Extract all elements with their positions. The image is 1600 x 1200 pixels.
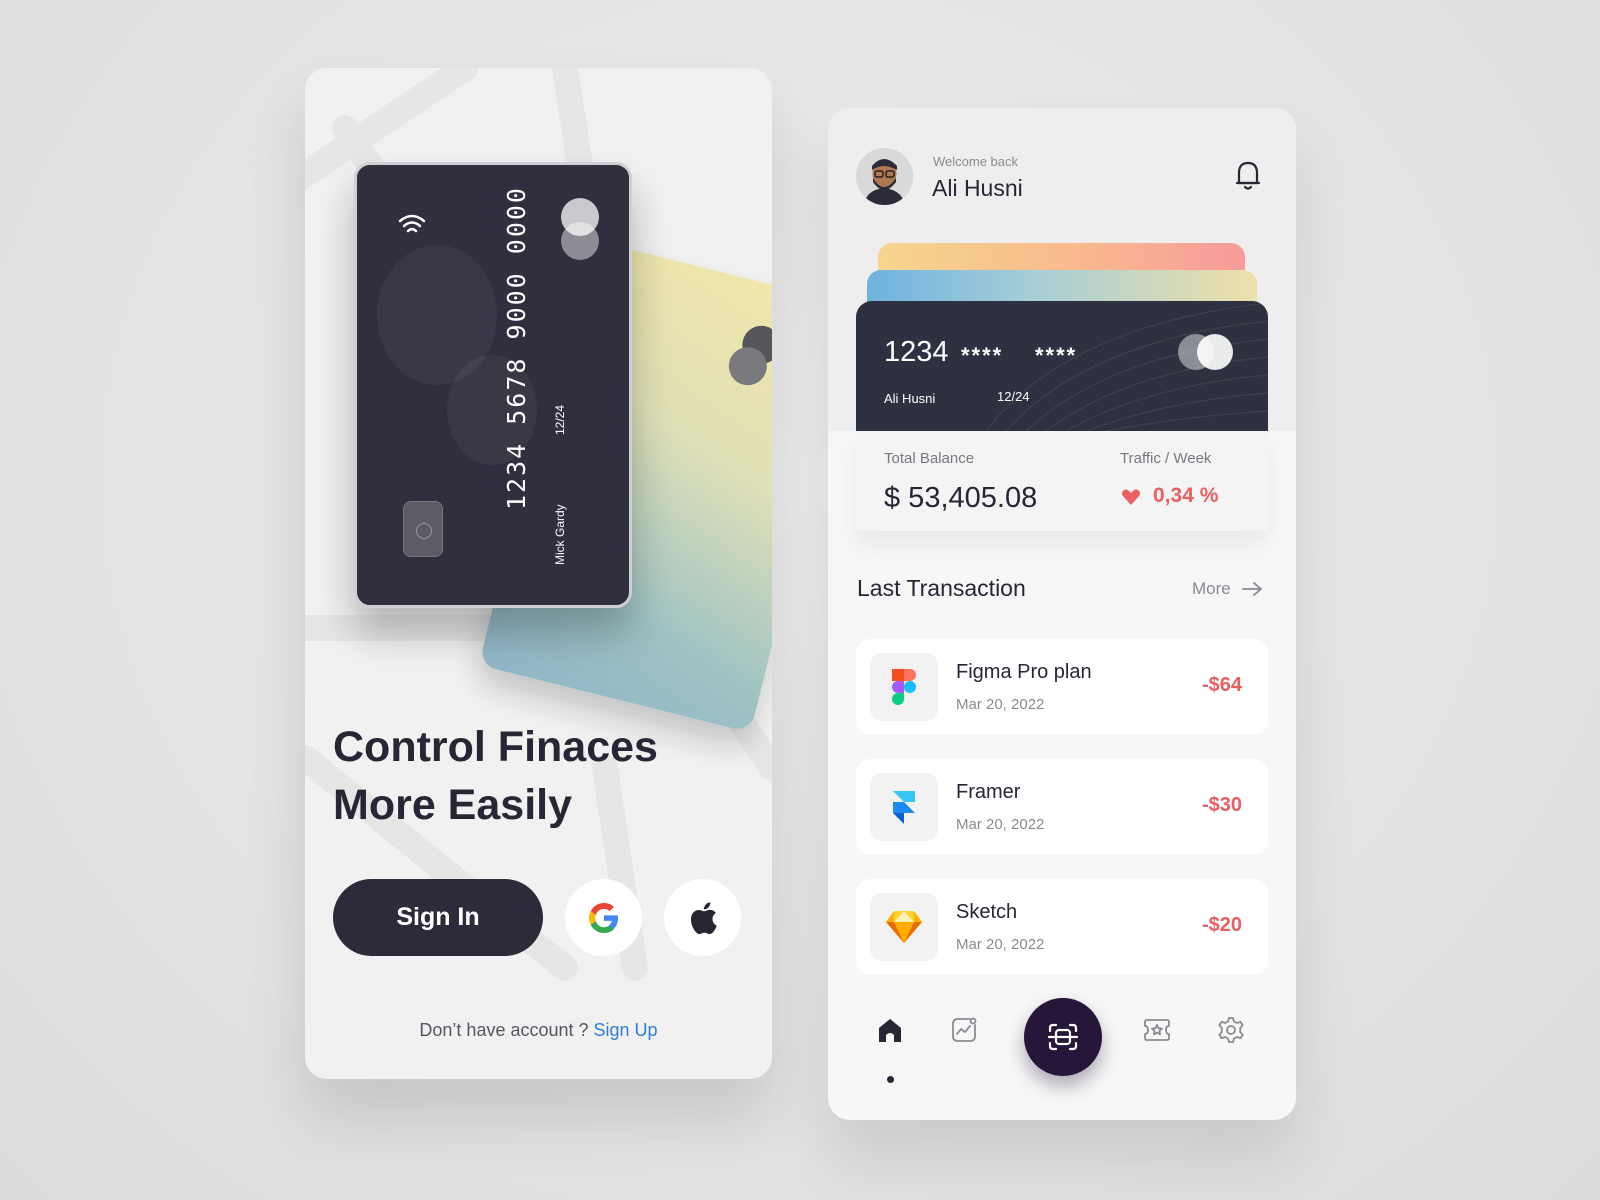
down-trend-icon [1122, 489, 1140, 505]
card-chip [403, 501, 443, 557]
transaction-date: Mar 20, 2022 [956, 816, 1045, 833]
transactions-title: Last Transaction [857, 575, 1026, 601]
user-name: Ali Husni [932, 175, 1023, 201]
more-label: More [1192, 579, 1231, 598]
dashboard-screen: Welcome back Ali Husni 1234 **** **** Al… [828, 108, 1296, 1120]
headline-line-1: Control Finaces [333, 723, 658, 771]
card-number: 1234 5678 9000 0000 [502, 186, 531, 510]
card-illustration: 0000 1234 5678 9000 0000 Mick Gardy 12/2… [305, 68, 772, 733]
transaction-amount: -$64 [1201, 674, 1242, 696]
main-credit-card[interactable]: 1234 **** **** Ali Husni 12/24 [856, 301, 1268, 431]
active-nav-indicator [887, 1076, 894, 1083]
front-card: 1234 5678 9000 0000 Mick Gardy 12/24 [354, 162, 632, 608]
signup-prompt: Don’t have account ? Sign Up [305, 1020, 772, 1041]
google-icon [588, 902, 618, 933]
apple-sign-in-button[interactable] [664, 879, 741, 956]
settings-icon [1218, 1017, 1244, 1043]
transaction-date: Mar 20, 2022 [956, 936, 1045, 953]
headline: Control Finaces More Easily [333, 718, 753, 834]
transaction-amount: -$20 [1201, 914, 1242, 936]
card-holder: Ali Husni [884, 391, 936, 406]
traffic-value: 0,34 % [1153, 484, 1219, 507]
card-holder: Mick Gardy [553, 504, 567, 565]
nav-home[interactable] [873, 1013, 907, 1047]
figma-icon [892, 669, 916, 705]
sign-up-link[interactable]: Sign Up [594, 1020, 658, 1040]
rewards-icon [1144, 1019, 1170, 1041]
transaction-name: Sketch [956, 901, 1018, 923]
card-expiry: 12/24 [997, 389, 1030, 404]
welcome-text: Welcome back [933, 154, 1019, 169]
sign-in-button[interactable]: Sign In [333, 879, 543, 956]
balance-panel: Total Balance $ 53,405.08 Traffic / Week… [856, 431, 1268, 531]
chart-icon [952, 1017, 977, 1042]
framer-icon [893, 791, 915, 824]
transaction-icon-box [870, 893, 938, 961]
home-icon [879, 1019, 901, 1042]
arrow-right-icon [1241, 582, 1262, 596]
card-logo-circle [561, 222, 599, 260]
scan-icon [1047, 1023, 1079, 1051]
transaction-name: Figma Pro plan [956, 661, 1092, 683]
transaction-name: Framer [956, 781, 1021, 803]
transaction-row[interactable]: Framer Mar 20, 2022 -$30 [856, 759, 1268, 855]
transaction-amount: -$30 [1201, 794, 1242, 816]
avatar-illustration [856, 148, 913, 205]
nav-stats[interactable] [947, 1013, 981, 1047]
nav-rewards[interactable] [1140, 1013, 1174, 1047]
card-number-mask: **** [1035, 343, 1078, 368]
card-number-mask: **** [961, 343, 1004, 368]
total-balance-label: Total Balance [884, 450, 975, 467]
transaction-icon-box [870, 773, 938, 841]
transaction-date: Mar 20, 2022 [956, 696, 1045, 713]
headline-line-2: More Easily [333, 781, 572, 829]
signin-screen: 0000 1234 5678 9000 0000 Mick Gardy 12/2… [305, 68, 772, 1079]
traffic-label: Traffic / Week [1120, 450, 1212, 467]
avatar[interactable] [856, 148, 913, 205]
nav-settings[interactable] [1214, 1013, 1248, 1047]
google-sign-in-button[interactable] [565, 879, 642, 956]
sketch-icon [886, 911, 922, 943]
transaction-row[interactable]: Figma Pro plan Mar 20, 2022 -$64 [856, 639, 1268, 735]
apple-icon [690, 901, 717, 934]
transaction-icon-box [870, 653, 938, 721]
transaction-row[interactable]: Sketch Mar 20, 2022 -$20 [856, 879, 1268, 975]
total-balance-value: $ 53,405.08 [884, 482, 1038, 514]
card-expiry: 12/24 [553, 404, 567, 435]
contactless-icon [398, 214, 426, 233]
notification-bell-icon[interactable] [1233, 158, 1263, 192]
signup-prompt-text: Don’t have account ? [419, 1020, 594, 1040]
card-logo-circle [1197, 334, 1233, 370]
more-link[interactable]: More [1192, 579, 1263, 599]
card-number-visible: 1234 [884, 336, 949, 368]
scan-button[interactable] [1024, 998, 1102, 1076]
